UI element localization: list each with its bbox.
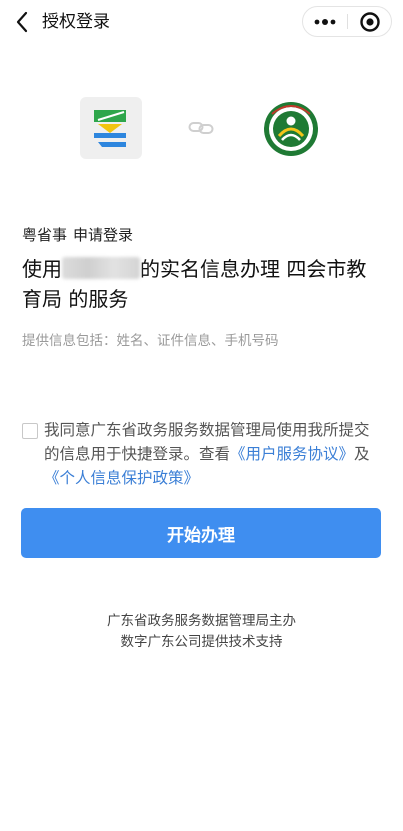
app-request-line: 粤省事 申请登录 xyxy=(22,224,139,245)
agreement-text: 我同意广东省政务服务数据管理局使用我所提交的信息用于快捷登录。查看《用户服务协议… xyxy=(44,418,380,490)
app-name: 粤省事 xyxy=(22,226,68,244)
education-bureau-logo xyxy=(262,100,320,158)
more-icon[interactable] xyxy=(303,7,347,36)
close-miniprogram-icon[interactable] xyxy=(348,7,392,36)
agreement-checkbox[interactable] xyxy=(22,423,38,439)
link-icon xyxy=(188,119,214,137)
top-bar: 授权登录 xyxy=(0,0,403,44)
back-chevron-icon[interactable] xyxy=(12,9,34,35)
agreement-joiner: 及 xyxy=(354,445,370,463)
footer: 广东省政务服务数据管理局主办 数字广东公司提供技术支持 xyxy=(0,611,403,653)
page-title: 授权登录 xyxy=(42,12,110,32)
redacted-name xyxy=(62,257,140,279)
privacy-policy-link[interactable]: 《个人信息保护政策》 xyxy=(44,469,199,487)
user-service-agreement-link[interactable]: 《用户服务协议》 xyxy=(230,445,354,463)
start-button[interactable]: 开始办理 xyxy=(21,508,381,558)
footer-support: 数字广东公司提供技术支持 xyxy=(120,634,283,650)
headline-prefix: 使用 xyxy=(22,257,62,281)
miniprogram-capsule xyxy=(302,6,392,37)
authorization-headline: 使用 的实名信息办理 四会市教育局 的服务 xyxy=(22,254,384,314)
app-logo xyxy=(80,97,142,159)
request-label: 申请登录 xyxy=(73,226,134,244)
info-description: 提供信息包括：姓名、证件信息、手机号码 xyxy=(22,333,279,349)
footer-host: 广东省政务服务数据管理局主办 xyxy=(107,613,296,629)
agreement-row: 我同意广东省政务服务数据管理局使用我所提交的信息用于快捷登录。查看《用户服务协议… xyxy=(22,418,380,490)
